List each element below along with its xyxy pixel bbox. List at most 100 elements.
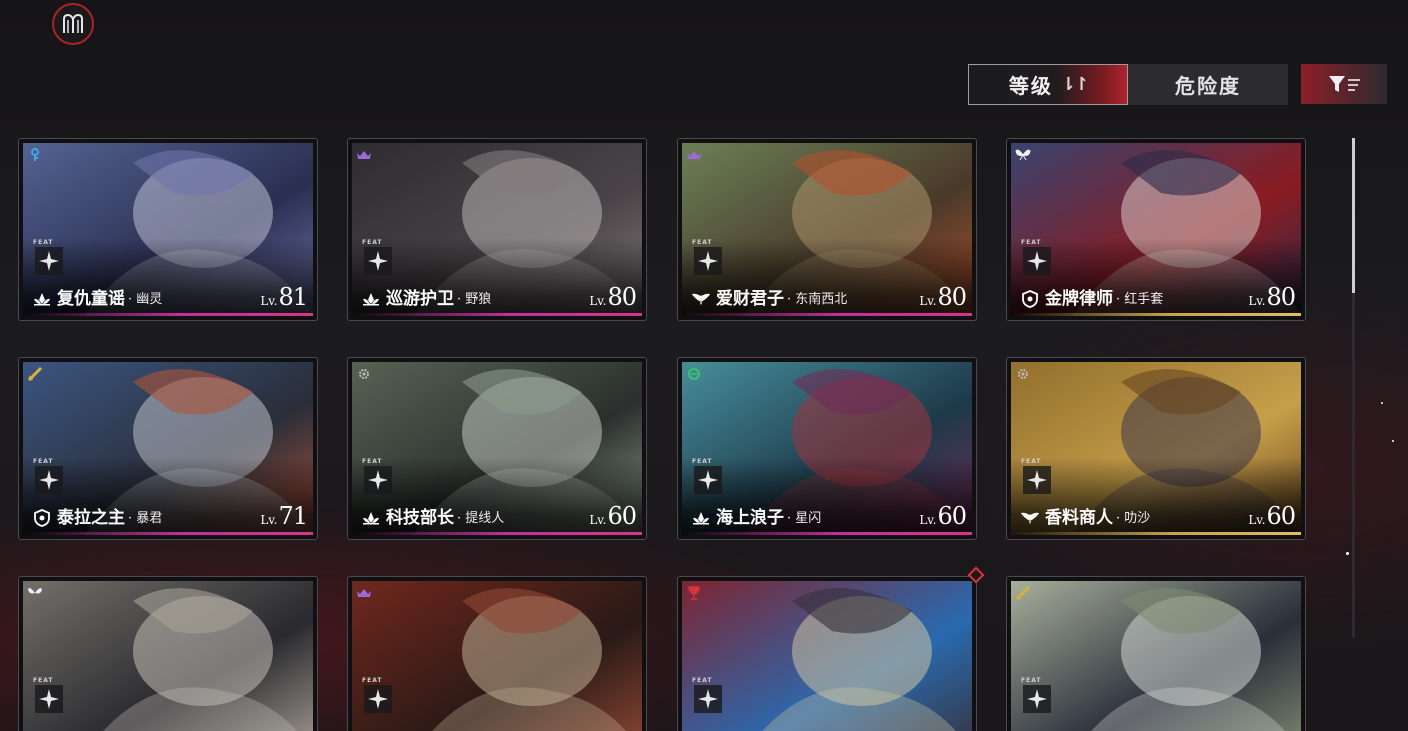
level-prefix: Lv. [1248,513,1266,527]
card-label: 海上浪子 · 星闪 Lv. 60 [692,502,967,530]
character-subtitle: · 提线人 [457,511,505,526]
character-card[interactable]: FEAT 香料商人 · 叻沙 Lv. 60 [1006,357,1306,540]
crown-icon [356,147,372,163]
level-prefix: Lv. [260,294,278,308]
feat-star-icon [1023,466,1051,494]
feat-star-icon [364,685,392,713]
rarity-line [682,313,972,316]
sort-by-level-button[interactable]: 等级 ⇂↾ [968,64,1128,105]
level-prefix: Lv. [919,513,937,527]
card-illustration [682,581,972,731]
feat-star-icon [35,247,63,275]
level-prefix: Lv. [589,513,607,527]
gear-icon [1015,366,1031,382]
level-prefix: Lv. [589,294,607,308]
rarity-line [23,532,313,535]
card-label: 泰拉之主 · 暴君 Lv. 71 [33,502,308,530]
sort-by-danger-button[interactable]: 危险度 [1128,64,1288,105]
level-prefix: Lv. [919,294,937,308]
art-tint [682,581,972,731]
feat-star-icon [35,466,63,494]
level-value: 60 [937,502,967,530]
card-art: FEAT 爱财君子 · 东南西北 Lv. 80 [682,143,972,316]
character-card[interactable]: FEAT [1006,576,1306,731]
card-illustration [352,581,642,731]
feat-label: FEAT [362,677,383,684]
sort-toggle-group: 等级 ⇂↾ 危险度 [968,64,1288,105]
feat-star-icon [694,685,722,713]
sparkle-dot [1381,402,1383,404]
rarity-line [352,532,642,535]
card-art: FEAT 金牌律师 · 红手套 Lv. 80 [1011,143,1301,316]
sparkle-dot [1392,440,1394,442]
art-tint [23,581,313,731]
wings-icon [692,290,710,308]
card-label: 爱财君子 · 东南西北 Lv. 80 [692,283,967,311]
level-value: 71 [278,502,308,530]
level-value: 80 [1266,283,1296,311]
key-icon [27,147,43,163]
character-card[interactable]: FEAT 巡游护卫 · 野狼 Lv. 80 [347,138,647,321]
rarity-line [23,313,313,316]
character-level: Lv. 81 [260,283,308,311]
character-subtitle: · 红手套 [1116,292,1164,307]
character-name: 科技部长 [386,508,454,528]
lotus-icon [692,509,710,527]
filter-button[interactable] [1301,64,1387,104]
level-prefix: Lv. [260,513,278,527]
character-card[interactable]: FEAT 爱财君子 · 东南西北 Lv. 80 [677,138,977,321]
lotus-icon [362,290,380,308]
logo-mark-icon [63,13,83,33]
character-name: 爱财君子 [716,289,784,309]
character-name: 泰拉之主 [57,508,125,528]
feat-label: FEAT [692,458,713,465]
feat-star-icon [364,466,392,494]
rarity-line [1011,313,1301,316]
character-subtitle: · 叻沙 [1116,511,1151,526]
level-value: 81 [278,283,308,311]
ring-icon [686,366,702,382]
sparkle-dot [1346,552,1349,555]
character-card[interactable]: FEAT [347,576,647,731]
app-logo[interactable] [52,3,94,45]
feat-star-icon [1023,247,1051,275]
character-card[interactable]: FEAT 海上浪子 · 星闪 Lv. 60 [677,357,977,540]
card-art: FEAT 复仇童谣 · 幽灵 Lv. 81 [23,143,313,316]
card-art: FEAT 巡游护卫 · 野狼 Lv. 80 [352,143,642,316]
card-label: 香料商人 · 叻沙 Lv. 60 [1021,502,1296,530]
rarity-line [1011,532,1301,535]
character-level: Lv. 80 [1248,283,1296,311]
crown-icon [686,147,702,163]
character-name: 香料商人 [1045,508,1113,528]
feat-label: FEAT [33,458,54,465]
card-label: 巡游护卫 · 野狼 Lv. 80 [362,283,637,311]
card-art: FEAT [682,581,972,731]
character-card[interactable]: FEAT [18,576,318,731]
feat-label: FEAT [1021,239,1042,246]
character-name: 复仇童谣 [57,289,125,309]
lotus-icon [33,290,51,308]
scrollbar-thumb[interactable] [1352,138,1355,293]
shield-icon [33,509,51,527]
feat-star-icon [694,466,722,494]
card-art: FEAT 泰拉之主 · 暴君 Lv. 71 [23,362,313,535]
character-card[interactable]: FEAT 科技部长 · 提线人 Lv. 60 [347,357,647,540]
filter-icon [1329,76,1360,92]
character-card[interactable]: FEAT 金牌律师 · 红手套 Lv. 80 [1006,138,1306,321]
level-value: 80 [607,283,637,311]
scrollbar-track[interactable] [1352,138,1355,638]
character-level: Lv. 80 [589,283,637,311]
feat-label: FEAT [692,677,713,684]
art-tint [352,581,642,731]
character-card[interactable]: FEAT [677,566,985,731]
sword-icon [1015,585,1031,601]
character-card[interactable]: FEAT 泰拉之主 · 暴君 Lv. 71 [18,357,318,540]
feat-star-icon [694,247,722,275]
character-name: 金牌律师 [1045,289,1113,309]
character-subtitle: · 东南西北 [787,292,848,307]
character-card[interactable]: FEAT 复仇童谣 · 幽灵 Lv. 81 [18,138,318,321]
feat-label: FEAT [33,239,54,246]
card-art: FEAT 海上浪子 · 星闪 Lv. 60 [682,362,972,535]
wings-icon [1021,509,1039,527]
feat-label: FEAT [1021,677,1042,684]
